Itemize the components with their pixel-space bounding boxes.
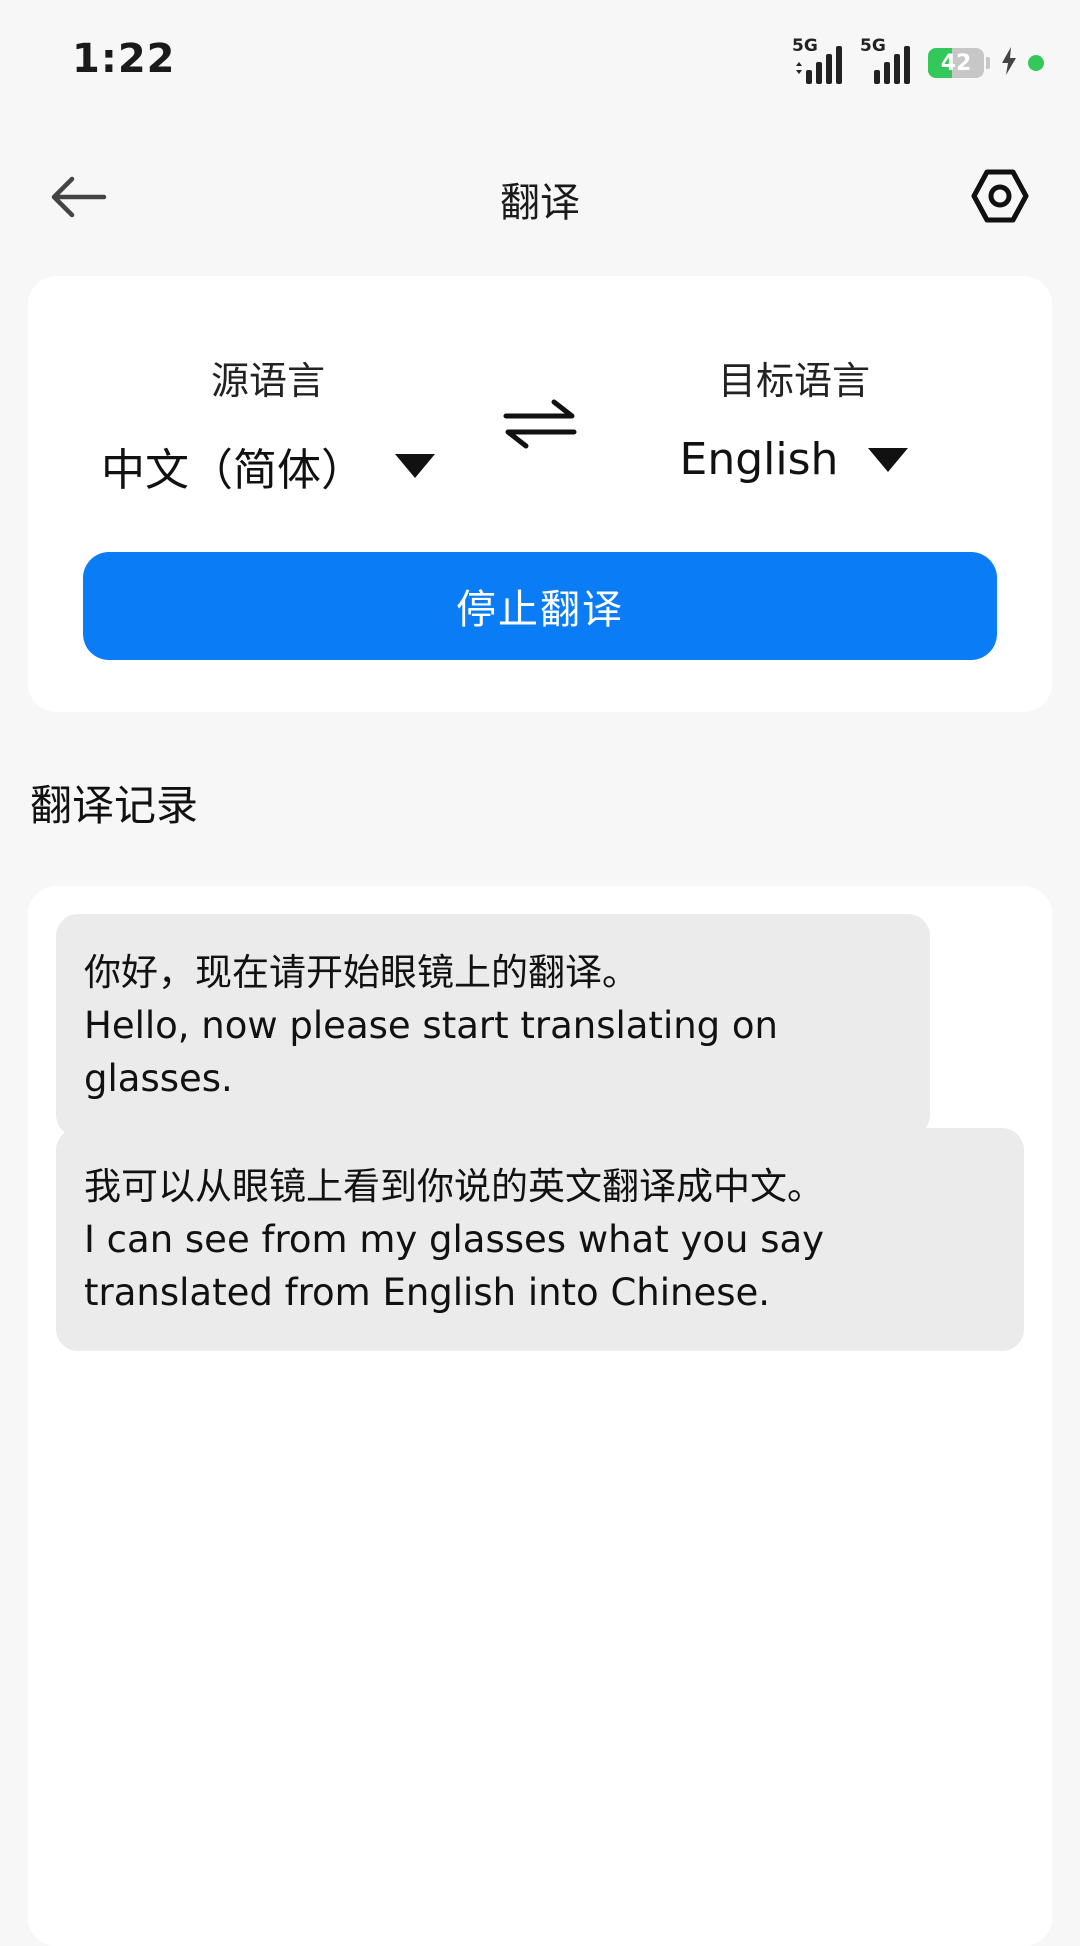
network-type-label: 5G — [860, 36, 886, 56]
hexagon-settings-icon — [971, 169, 1029, 227]
target-language-value: English — [679, 434, 839, 485]
translation-record[interactable]: 你好，现在请开始眼镜上的翻译。 Hello, now please start … — [56, 914, 930, 1137]
record-source-text: 我可以从眼镜上看到你说的英文翻译成中文。 — [84, 1165, 824, 1208]
record-translation-text: Hello, now please start translating on g… — [84, 1004, 779, 1100]
record-source-text: 你好，现在请开始眼镜上的翻译。 — [84, 951, 639, 994]
source-language-dropdown[interactable]: 中文（简体） — [101, 434, 435, 498]
settings-button[interactable] — [964, 162, 1036, 234]
battery-icon: 42 — [928, 48, 984, 78]
stop-translation-button[interactable]: 停止翻译 — [83, 552, 997, 660]
target-language-column: 目标语言 English — [624, 356, 964, 485]
signal-icon: 5G — [792, 36, 850, 86]
history-section-title: 翻译记录 — [30, 781, 199, 830]
record-translation-text: I can see from my glasses what you say t… — [84, 1218, 825, 1314]
translation-record[interactable]: 我可以从眼镜上看到你说的英文翻译成中文。 I can see from my g… — [56, 1128, 1024, 1351]
network-type-label: 5G — [792, 36, 818, 56]
target-language-caption: 目标语言 — [717, 359, 870, 403]
charging-icon — [1000, 46, 1018, 80]
history-panel[interactable]: 你好，现在请开始眼镜上的翻译。 Hello, now please start … — [28, 886, 1052, 1946]
battery-cap — [986, 57, 990, 69]
source-language-column: 源语言 中文（简体） — [98, 356, 438, 498]
source-language-caption: 源语言 — [210, 359, 325, 403]
status-time: 1:22 — [72, 36, 176, 82]
triangle-down-icon — [868, 447, 909, 472]
swap-languages-button[interactable] — [498, 384, 582, 468]
app-bar: 翻译 — [0, 140, 1080, 250]
status-bar: 1:22 5G 5G 42 — [0, 0, 1080, 120]
privacy-dot-icon — [1028, 55, 1044, 71]
language-card: 源语言 中文（简体） 目标语言 English 停止翻译 — [28, 276, 1052, 712]
signal-icon: 5G — [860, 36, 918, 86]
target-language-dropdown[interactable]: English — [680, 434, 909, 485]
source-language-value: 中文（简体） — [101, 445, 365, 496]
page-title: 翻译 — [500, 180, 580, 226]
swap-arrows-icon — [500, 394, 580, 458]
status-icons: 5G 5G 42 — [792, 36, 1044, 86]
battery-level: 42 — [940, 50, 972, 76]
triangle-down-icon — [395, 454, 435, 478]
